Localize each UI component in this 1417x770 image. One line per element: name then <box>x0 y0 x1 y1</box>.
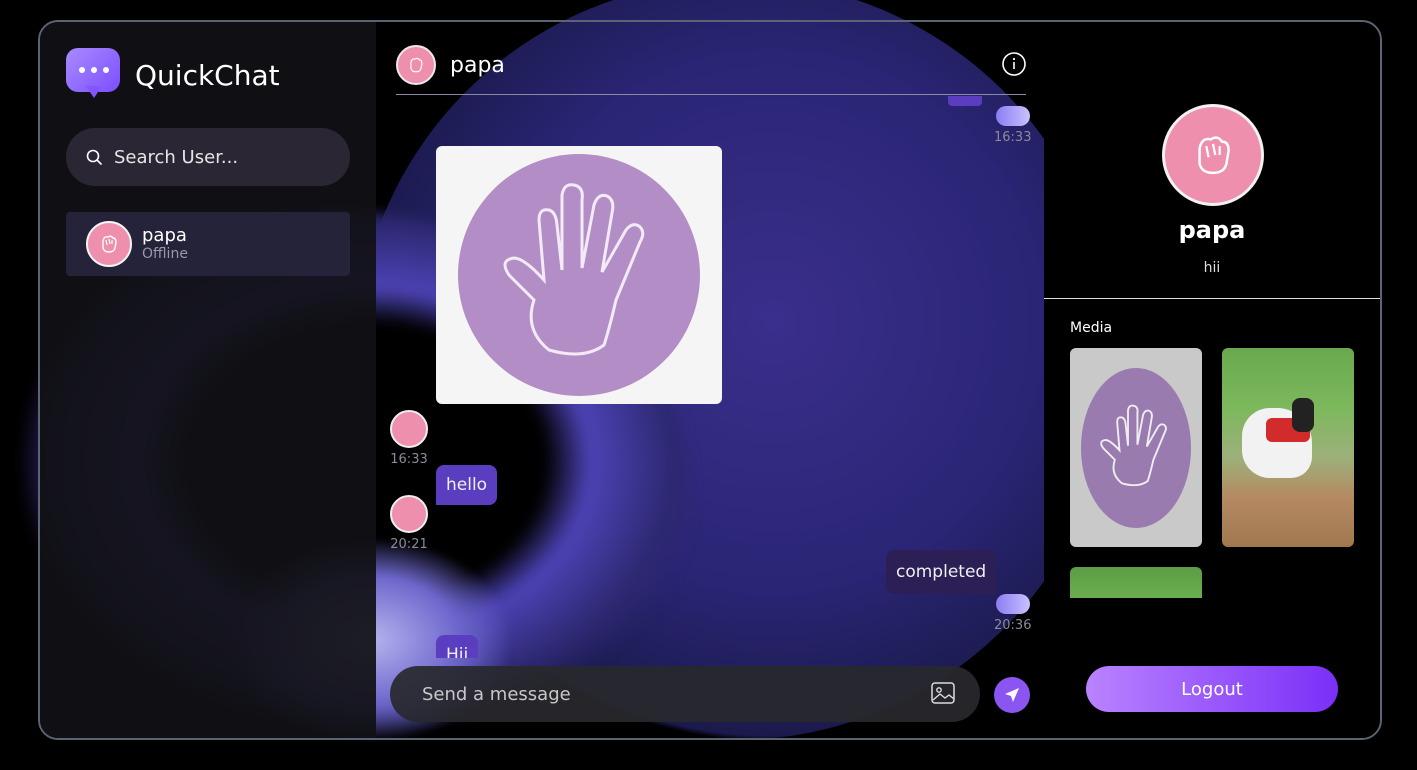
own-message-meta: 20:36 <box>994 594 1031 633</box>
peer-message-meta: 16:33 <box>390 410 428 467</box>
contact-item-papa[interactable]: papa Offline <box>66 212 350 276</box>
avatar <box>86 221 132 267</box>
profile-panel: papa hii Media Logout <box>1044 22 1380 738</box>
media-grid <box>1070 348 1360 598</box>
hand-icon <box>503 183 645 356</box>
avatar <box>390 410 428 448</box>
own-message-meta: 16:33 <box>994 106 1031 145</box>
chat-logo-icon <box>66 48 120 102</box>
image-message[interactable] <box>436 146 722 404</box>
info-icon[interactable] <box>1002 52 1026 76</box>
send-icon <box>1005 688 1019 702</box>
media-thumbnail[interactable] <box>1070 567 1202 598</box>
avatar <box>390 495 428 533</box>
message-bubble-peer: hello <box>436 465 498 505</box>
message-composer[interactable] <box>390 666 980 722</box>
chat-header: papa <box>396 36 1026 95</box>
message-time: 20:21 <box>390 537 428 552</box>
divider <box>1044 298 1380 299</box>
chat-title: papa <box>450 52 505 78</box>
message-time: 20:36 <box>994 618 1032 633</box>
media-thumbnail[interactable] <box>1070 348 1202 547</box>
media-label: Media <box>1070 320 1113 336</box>
chat-panel: papa 16:33 16:33 hello 20:21 completed 2… <box>376 22 1044 738</box>
avatar <box>396 45 436 85</box>
message-list[interactable]: 16:33 16:33 hello 20:21 completed 20:36 … <box>376 96 1044 658</box>
peer-message-meta: 20:21 <box>390 495 428 552</box>
avatar <box>995 106 1030 126</box>
fist-avatar-icon <box>102 235 117 253</box>
fist-avatar-icon <box>410 57 423 73</box>
brand: QuickChat <box>66 48 280 102</box>
contact-name: papa <box>142 225 187 246</box>
send-button[interactable] <box>994 677 1030 713</box>
message-bubble-own: completed <box>886 550 997 594</box>
message-input[interactable] <box>420 682 904 706</box>
media-thumbnail[interactable] <box>1222 348 1354 547</box>
app-name: QuickChat <box>135 58 280 92</box>
message-bubble-peer: Hii <box>436 635 479 658</box>
image-attach-icon[interactable] <box>930 680 956 706</box>
search-bar[interactable] <box>66 128 350 186</box>
profile-name: papa <box>1178 216 1246 244</box>
hand-icon <box>1100 404 1167 486</box>
message-time: 16:33 <box>994 130 1032 145</box>
search-icon <box>86 149 102 165</box>
fist-avatar-icon <box>1198 136 1230 175</box>
search-input[interactable] <box>112 145 336 169</box>
message-bubble-own <box>948 96 982 106</box>
logout-button[interactable]: Logout <box>1086 666 1338 712</box>
message-time: 16:33 <box>390 452 428 467</box>
app-window: QuickChat papa Offline <box>38 20 1382 740</box>
avatar <box>1162 104 1264 206</box>
avatar <box>995 594 1030 614</box>
contact-status: Offline <box>142 246 188 262</box>
sidebar: QuickChat papa Offline <box>40 22 376 738</box>
profile-bio: hii <box>1203 260 1221 276</box>
